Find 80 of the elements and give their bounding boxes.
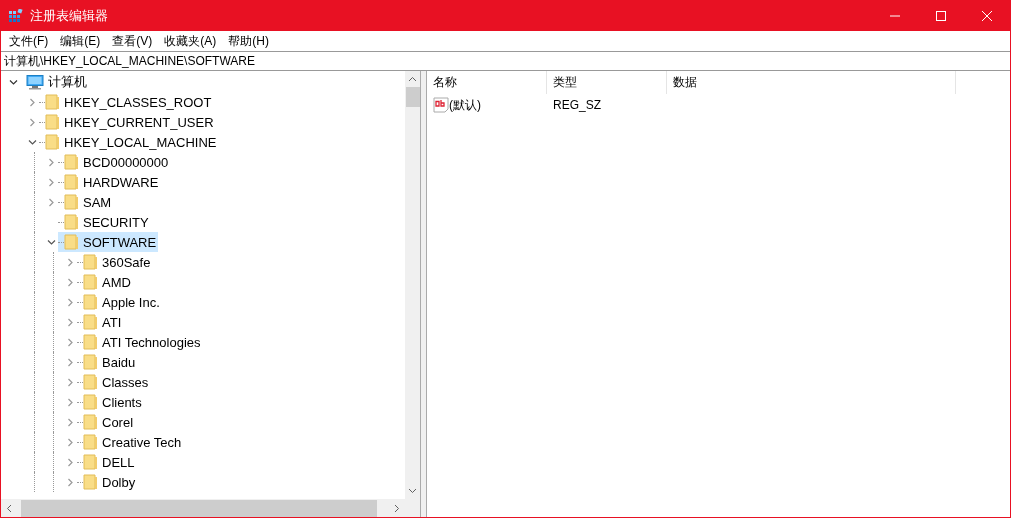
- window-title: 注册表编辑器: [30, 7, 108, 25]
- expand-chevron-icon[interactable]: [66, 397, 75, 407]
- tree-item[interactable]: ATI Technologies: [77, 332, 203, 352]
- folder-icon: [64, 194, 79, 210]
- tree-item[interactable]: Baidu: [77, 352, 138, 372]
- menu-item[interactable]: 文件(F): [3, 32, 55, 50]
- tree-item[interactable]: HKEY_CLASSES_ROOT: [39, 92, 214, 112]
- tree-item[interactable]: 360Safe: [77, 252, 153, 272]
- app-icon: [9, 9, 23, 23]
- tree-item[interactable]: HKEY_CURRENT_USER: [39, 112, 216, 132]
- folder-icon: [83, 314, 98, 330]
- string-value-icon: [433, 97, 449, 113]
- collapse-chevron-icon[interactable]: [47, 237, 56, 247]
- tree-item[interactable]: 计算机: [20, 72, 89, 92]
- folder-icon: [64, 234, 79, 250]
- folder-icon: [83, 274, 98, 290]
- expand-chevron-icon[interactable]: [66, 297, 75, 307]
- expand-chevron-icon[interactable]: [66, 317, 75, 327]
- expand-chevron-icon[interactable]: [66, 437, 75, 447]
- folder-icon: [45, 114, 60, 130]
- expand-chevron-icon[interactable]: [66, 337, 75, 347]
- expand-chevron-icon[interactable]: [28, 117, 37, 127]
- tree-item[interactable]: HARDWARE: [58, 172, 161, 192]
- folder-icon: [83, 414, 98, 430]
- expand-chevron-icon[interactable]: [66, 277, 75, 287]
- folder-icon: [83, 354, 98, 370]
- value-name[interactable]: (默认): [449, 96, 481, 114]
- expand-chevron-icon[interactable]: [66, 417, 75, 427]
- tree-item[interactable]: SOFTWARE: [58, 232, 159, 252]
- folder-icon: [83, 434, 98, 450]
- expand-chevron-icon[interactable]: [66, 357, 75, 367]
- scroll-thumb[interactable]: [405, 87, 420, 107]
- folder-icon: [83, 254, 98, 270]
- tree-item[interactable]: Classes: [77, 372, 151, 392]
- computer-icon: [26, 74, 44, 90]
- expand-chevron-icon[interactable]: [28, 97, 37, 107]
- expand-chevron-icon[interactable]: [47, 157, 56, 167]
- column-header[interactable]: 数据: [667, 71, 956, 94]
- tree-item[interactable]: SAM: [58, 192, 114, 212]
- tree-item[interactable]: Dolby: [77, 472, 138, 492]
- maximize-icon: [936, 11, 946, 21]
- tree-item[interactable]: DELL: [77, 452, 137, 472]
- folder-icon: [45, 94, 60, 110]
- folder-icon: [83, 474, 98, 490]
- folder-icon: [83, 454, 98, 470]
- tree-item[interactable]: BCD00000000: [58, 152, 171, 172]
- vertical-scrollbar[interactable]: [405, 71, 420, 499]
- menu-item[interactable]: 收藏夹(A): [158, 32, 223, 50]
- expand-chevron-icon[interactable]: [47, 177, 56, 187]
- folder-icon: [45, 134, 60, 150]
- expand-chevron-icon[interactable]: [47, 197, 56, 207]
- table-cell-text: REG_SZ: [552, 98, 602, 112]
- expand-chevron-icon[interactable]: [66, 457, 75, 467]
- folder-icon: [83, 394, 98, 410]
- tree-item[interactable]: Corel: [77, 412, 136, 432]
- folder-icon: [83, 374, 98, 390]
- close-icon: [982, 11, 992, 21]
- expand-chevron-icon[interactable]: [66, 257, 75, 267]
- menu-item[interactable]: 查看(V): [106, 32, 159, 50]
- tree-item[interactable]: Creative Tech: [77, 432, 184, 452]
- folder-icon: [83, 294, 98, 310]
- tree-item[interactable]: HKEY_LOCAL_MACHINE: [39, 132, 219, 152]
- menu-item[interactable]: 帮助(H): [222, 32, 275, 50]
- folder-icon: [64, 154, 79, 170]
- address-field[interactable]: 计算机\HKEY_LOCAL_MACHINE\SOFTWARE: [1, 51, 1010, 71]
- expand-chevron-icon[interactable]: [66, 477, 75, 487]
- tree-item[interactable]: SECURITY: [58, 212, 151, 232]
- folder-icon: [64, 174, 79, 190]
- collapse-chevron-icon[interactable]: [28, 137, 37, 147]
- tree-item[interactable]: AMD: [77, 272, 133, 292]
- expand-chevron-icon[interactable]: [66, 377, 75, 387]
- tree-item[interactable]: ATI: [77, 312, 124, 332]
- column-header[interactable]: 类型: [547, 71, 667, 94]
- column-header[interactable]: 名称: [427, 71, 547, 94]
- folder-icon: [64, 214, 79, 230]
- tree-item[interactable]: Apple Inc.: [77, 292, 162, 312]
- tree-item[interactable]: Clients: [77, 392, 144, 412]
- folder-icon: [83, 334, 98, 350]
- menu-item[interactable]: 编辑(E): [54, 32, 107, 50]
- collapse-chevron-icon[interactable]: [9, 77, 18, 87]
